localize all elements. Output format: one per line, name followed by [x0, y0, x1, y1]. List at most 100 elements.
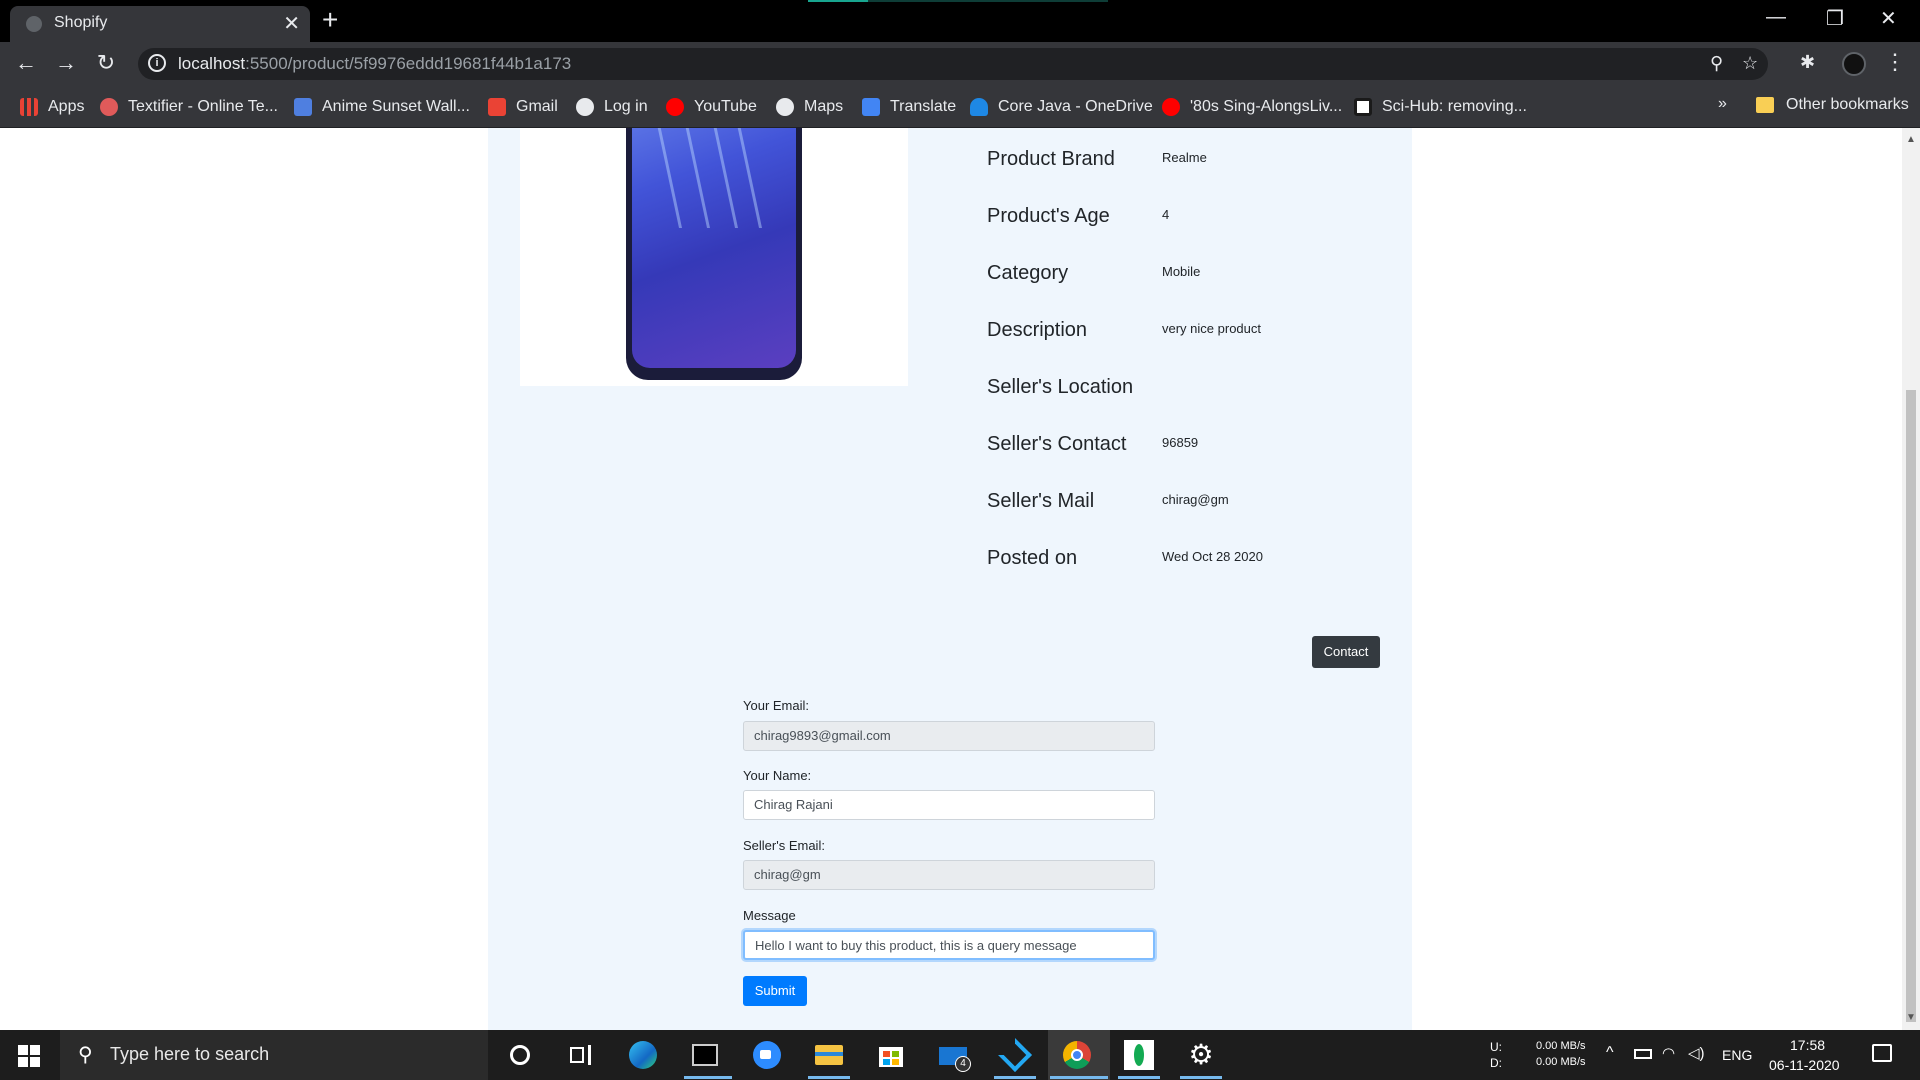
task-view-icon[interactable] — [566, 1040, 596, 1070]
bookmark-gmail[interactable]: Gmail — [488, 96, 558, 118]
scrollbar-thumb[interactable] — [1906, 390, 1916, 1022]
mail-icon[interactable]: 4 — [938, 1040, 971, 1072]
cortana-icon[interactable] — [505, 1040, 535, 1070]
scroll-down-arrow-icon[interactable]: ▼ — [1906, 1012, 1916, 1023]
message-field[interactable]: Hello I want to buy this product, this i… — [743, 930, 1155, 960]
bookmark-apps[interactable]: Apps — [20, 96, 84, 118]
mail-badge: 4 — [955, 1056, 971, 1072]
browser-tab[interactable]: Shopify ✕ — [10, 6, 310, 42]
clock-time[interactable]: 17:58 — [1790, 1037, 1825, 1053]
net-down-speed: 0.00 MB/s — [1536, 1056, 1586, 1068]
bookmark-scihub[interactable]: Sci-Hub: removing... — [1354, 96, 1527, 118]
detail-value: chirag@gm — [1162, 492, 1229, 507]
address-bar[interactable]: i localhost:5500/product/5f9976eddd19681… — [138, 48, 1768, 80]
detail-label: Seller's Contact — [987, 433, 1127, 455]
seller-email-field[interactable]: chirag@gm — [743, 860, 1155, 890]
windows-start-icon[interactable] — [18, 1045, 40, 1067]
bookmark-youtube[interactable]: YouTube — [666, 96, 757, 118]
volume-icon[interactable]: ◁) — [1688, 1044, 1705, 1062]
net-down-label: D: — [1490, 1056, 1502, 1070]
name-field[interactable]: Chirag Rajani — [743, 790, 1155, 820]
action-center-icon[interactable] — [1872, 1044, 1892, 1062]
extensions-icon[interactable]: ✱ — [1800, 52, 1815, 73]
chrome-icon[interactable] — [1062, 1040, 1092, 1070]
reload-icon[interactable]: ↻ — [92, 50, 120, 76]
bookmarks-overflow-icon[interactable]: » — [1718, 95, 1727, 113]
email-field[interactable]: chirag9893@gmail.com — [743, 721, 1155, 751]
zoom-app-icon[interactable] — [752, 1040, 782, 1070]
terminal-icon[interactable] — [690, 1040, 720, 1070]
browser-tab-strip: Shopify ✕ + — ❐ ✕ — [0, 0, 1920, 42]
globe-icon — [776, 98, 794, 116]
active-app-indicator — [994, 1076, 1036, 1079]
active-app-indicator — [808, 1076, 850, 1079]
language-indicator[interactable]: ENG — [1722, 1047, 1752, 1063]
microsoft-store-icon[interactable] — [876, 1040, 906, 1070]
product-card: Product Brand Realme Product's Age 4 Cat… — [488, 128, 1412, 1030]
folder-icon — [1756, 97, 1774, 113]
name-label: Your Name: — [743, 768, 812, 783]
edge-browser-icon[interactable] — [628, 1040, 658, 1070]
mongodb-compass-icon[interactable] — [1124, 1040, 1154, 1070]
vscode-icon[interactable] — [998, 1038, 1032, 1072]
apps-grid-icon — [20, 98, 38, 116]
browser-menu-icon[interactable]: ⋮ — [1884, 49, 1906, 75]
tray-chevron-up-icon[interactable]: ^ — [1606, 1044, 1614, 1062]
site-info-icon[interactable]: i — [148, 54, 166, 72]
net-up-speed: 0.00 MB/s — [1536, 1040, 1586, 1052]
detail-value: Realme — [1162, 150, 1207, 165]
url-text[interactable]: localhost:5500/product/5f9976eddd19681f4… — [178, 54, 571, 74]
onedrive-icon — [970, 98, 988, 116]
youtube-icon — [666, 98, 684, 116]
search-placeholder: Type here to search — [110, 1044, 270, 1064]
window-close-icon[interactable]: ✕ — [1880, 6, 1897, 31]
page-scrollbar[interactable]: ▲ ▼ — [1902, 128, 1920, 1030]
file-explorer-icon[interactable] — [814, 1040, 844, 1070]
tab-title: Shopify — [54, 14, 108, 31]
minimize-icon[interactable]: — — [1766, 6, 1786, 29]
new-tab-icon[interactable]: + — [322, 4, 338, 36]
phone-photo — [626, 128, 802, 380]
clock-date[interactable]: 06-11-2020 — [1769, 1057, 1840, 1073]
bookmark-onedrive[interactable]: Core Java - OneDrive — [970, 96, 1153, 118]
detail-label: Seller's Location — [987, 376, 1134, 398]
settings-gear-icon[interactable]: ⚙ — [1186, 1039, 1216, 1070]
bookmarks-bar: Apps Textifier - Online Te... Anime Suns… — [0, 86, 1920, 128]
forward-icon[interactable]: → — [52, 50, 80, 76]
taskbar-search[interactable]: ⚲ Type here to search — [60, 1030, 488, 1080]
bookmark-maps[interactable]: Maps — [776, 96, 843, 118]
bookmark-star-icon[interactable]: ☆ — [1742, 53, 1758, 74]
detail-value: 4 — [1162, 207, 1170, 222]
zoom-icon[interactable]: ⚲ — [1710, 53, 1723, 74]
detail-label: Seller's Mail — [987, 490, 1095, 512]
battery-icon[interactable] — [1634, 1049, 1652, 1059]
bookmark-80s-singalongs[interactable]: '80s Sing-AlongsLiv... — [1162, 96, 1342, 118]
system-tray: U: D: 0.00 MB/s 0.00 MB/s ^ ◠ ◁) ENG 17:… — [1482, 1030, 1920, 1080]
bookmark-anime-wallpaper[interactable]: Anime Sunset Wall... — [294, 96, 470, 118]
scroll-up-arrow-icon[interactable]: ▲ — [1906, 134, 1916, 145]
email-label: Your Email: — [743, 698, 809, 713]
tab-close-icon[interactable]: ✕ — [283, 11, 300, 36]
bookmark-log-in[interactable]: Log in — [576, 96, 648, 118]
textifier-icon — [100, 98, 118, 116]
detail-value: very nice product — [1162, 321, 1261, 336]
active-app-indicator — [684, 1076, 732, 1079]
message-label: Message — [743, 908, 796, 923]
scihub-icon — [1354, 98, 1372, 116]
wifi-icon[interactable]: ◠ — [1662, 1044, 1675, 1062]
bookmark-translate[interactable]: Translate — [862, 96, 956, 118]
other-bookmarks[interactable]: Other bookmarks — [1756, 96, 1909, 114]
detail-label: Product Brand — [987, 148, 1115, 170]
youtube-icon — [1162, 98, 1180, 116]
back-icon[interactable]: ← — [12, 50, 40, 76]
net-up-label: U: — [1490, 1040, 1502, 1054]
detail-value: 96859 — [1162, 435, 1199, 450]
submit-button[interactable]: Submit — [743, 976, 807, 1006]
bookmark-textifier[interactable]: Textifier - Online Te... — [100, 96, 278, 118]
detail-label: Description — [987, 319, 1088, 341]
restore-icon[interactable]: ❐ — [1826, 6, 1844, 31]
gmail-icon — [488, 98, 506, 116]
contact-button[interactable]: Contact — [1312, 636, 1380, 668]
detail-label: Posted on — [987, 547, 1078, 569]
profile-avatar[interactable] — [1842, 52, 1866, 76]
